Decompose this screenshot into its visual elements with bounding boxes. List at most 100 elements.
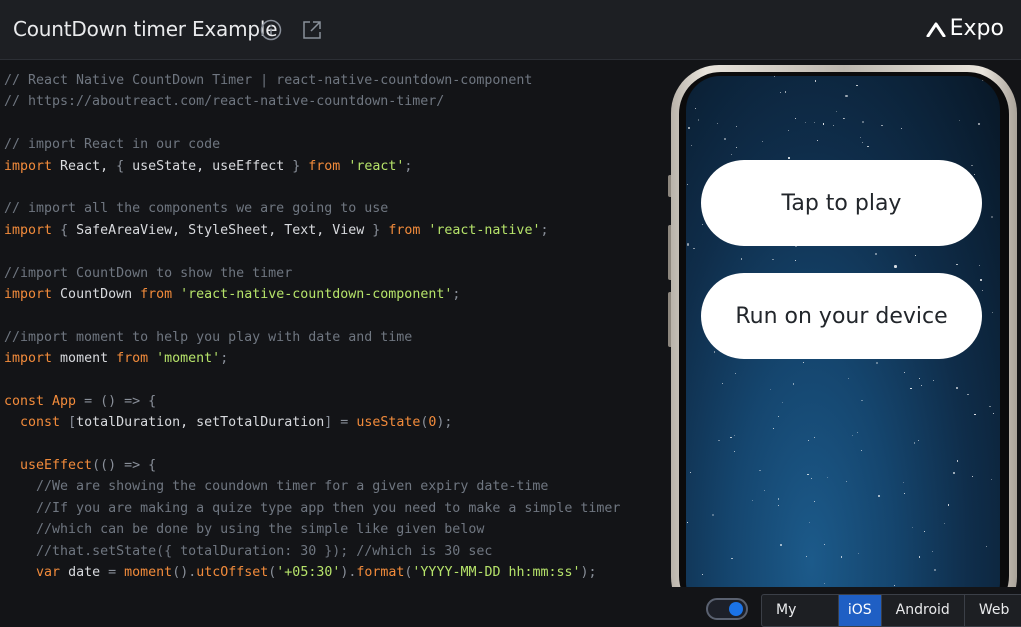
star-decoration xyxy=(845,480,847,482)
code-token: (() => xyxy=(92,458,141,474)
star-decoration xyxy=(787,130,789,132)
code-token: import xyxy=(4,158,53,174)
star-decoration xyxy=(956,264,958,266)
star-decoration xyxy=(840,556,842,558)
star-decoration xyxy=(985,545,987,547)
code-token: // import all the components we are goin… xyxy=(4,201,389,217)
tap-to-play-button[interactable]: Tap to play xyxy=(701,160,982,246)
star-decoration xyxy=(788,157,790,159)
code-token: ). xyxy=(340,564,357,580)
star-decoration xyxy=(917,439,919,442)
star-decoration xyxy=(947,504,950,506)
code-token: ; xyxy=(540,222,549,238)
platform-tab-web[interactable]: Web xyxy=(965,595,1021,626)
star-decoration xyxy=(910,387,912,389)
star-decoration xyxy=(716,122,718,124)
star-decoration xyxy=(971,164,973,167)
code-token: import xyxy=(4,222,53,238)
star-decoration xyxy=(686,183,689,186)
run-on-device-button[interactable]: Run on your device xyxy=(701,273,982,359)
code-token: App xyxy=(52,393,77,409)
header-bar: CountDown timer Example Expo xyxy=(0,0,1021,60)
code-token: //that.setState({ totalDuration: 30 }); … xyxy=(36,543,493,559)
expo-logo-icon xyxy=(926,22,946,37)
star-decoration xyxy=(845,94,848,97)
code-line: var date = moment().utcOffset('+05:30').… xyxy=(0,562,668,583)
code-line: // https://aboutreact.com/react-native-c… xyxy=(0,91,668,112)
platform-tab-my-device[interactable]: My Device xyxy=(762,595,839,626)
platform-tab-ios[interactable]: iOS xyxy=(838,595,882,626)
star-decoration xyxy=(780,543,783,547)
code-line: import React, { useState, useEffect } fr… xyxy=(0,156,668,177)
star-decoration xyxy=(918,378,920,380)
preview-toggle[interactable] xyxy=(706,598,748,620)
star-decoration xyxy=(981,289,983,292)
star-decoration xyxy=(857,553,859,555)
code-token: ; xyxy=(452,286,461,302)
phone-screen: Tap to play Run on your device xyxy=(686,76,1000,587)
code-token: 'moment' xyxy=(156,351,221,367)
star-decoration xyxy=(823,582,825,584)
star-decoration xyxy=(741,258,743,260)
star-decoration xyxy=(992,412,995,414)
snack-title: CountDown timer Example xyxy=(13,17,278,41)
star-decoration xyxy=(957,460,959,462)
star-decoration xyxy=(933,569,936,572)
platform-tab-android[interactable]: Android xyxy=(882,595,965,626)
star-decoration xyxy=(794,118,796,120)
code-token: { xyxy=(116,158,125,174)
star-decoration xyxy=(777,498,779,500)
star-decoration xyxy=(979,278,983,281)
star-decoration xyxy=(763,490,766,492)
star-decoration xyxy=(731,558,733,560)
code-line: useEffect(() => { xyxy=(0,455,668,476)
code-token: 'react-native' xyxy=(428,222,541,238)
code-token: //which can be done by using the simple … xyxy=(36,522,485,538)
info-icon[interactable] xyxy=(260,19,282,41)
expo-brand[interactable]: Expo xyxy=(926,16,1004,41)
star-decoration xyxy=(861,399,863,402)
code-token: //import moment to help you play with da… xyxy=(4,329,413,345)
code-token: //If you are making a quize type app the… xyxy=(36,500,621,516)
star-decoration xyxy=(823,543,825,545)
code-line: import moment from 'moment'; xyxy=(0,348,668,369)
code-token: React, xyxy=(52,158,117,174)
code-line: const [totalDuration, setTotalDuration] … xyxy=(0,412,668,433)
platform-selector: My DeviceiOSAndroidWeb xyxy=(761,594,1021,627)
toggle-knob xyxy=(729,602,743,616)
code-token: from xyxy=(140,286,173,302)
star-decoration xyxy=(952,472,955,475)
star-decoration xyxy=(724,138,726,140)
star-decoration xyxy=(915,255,917,257)
star-decoration xyxy=(874,252,878,255)
code-line: // import all the components we are goin… xyxy=(0,198,668,219)
star-decoration xyxy=(877,494,881,497)
star-decoration xyxy=(810,478,812,480)
code-token: //import CountDown to show the timer xyxy=(4,265,293,281)
star-decoration xyxy=(867,145,869,148)
code-token: const xyxy=(4,393,45,409)
star-decoration xyxy=(808,439,810,441)
code-token: // https://aboutreact.com/react-native-c… xyxy=(4,94,445,110)
star-decoration xyxy=(832,125,835,127)
star-decoration xyxy=(689,471,692,473)
external-link-icon[interactable] xyxy=(301,19,323,41)
star-decoration xyxy=(814,80,816,82)
star-decoration xyxy=(718,440,720,442)
code-token: totalDuration, setTotalDuration xyxy=(76,415,325,431)
star-decoration xyxy=(974,413,976,415)
star-decoration xyxy=(991,478,993,481)
code-editor[interactable]: // React Native CountDown Timer | react-… xyxy=(0,60,668,597)
star-decoration xyxy=(795,246,797,248)
star-decoration xyxy=(777,505,779,507)
star-decoration xyxy=(736,126,738,128)
